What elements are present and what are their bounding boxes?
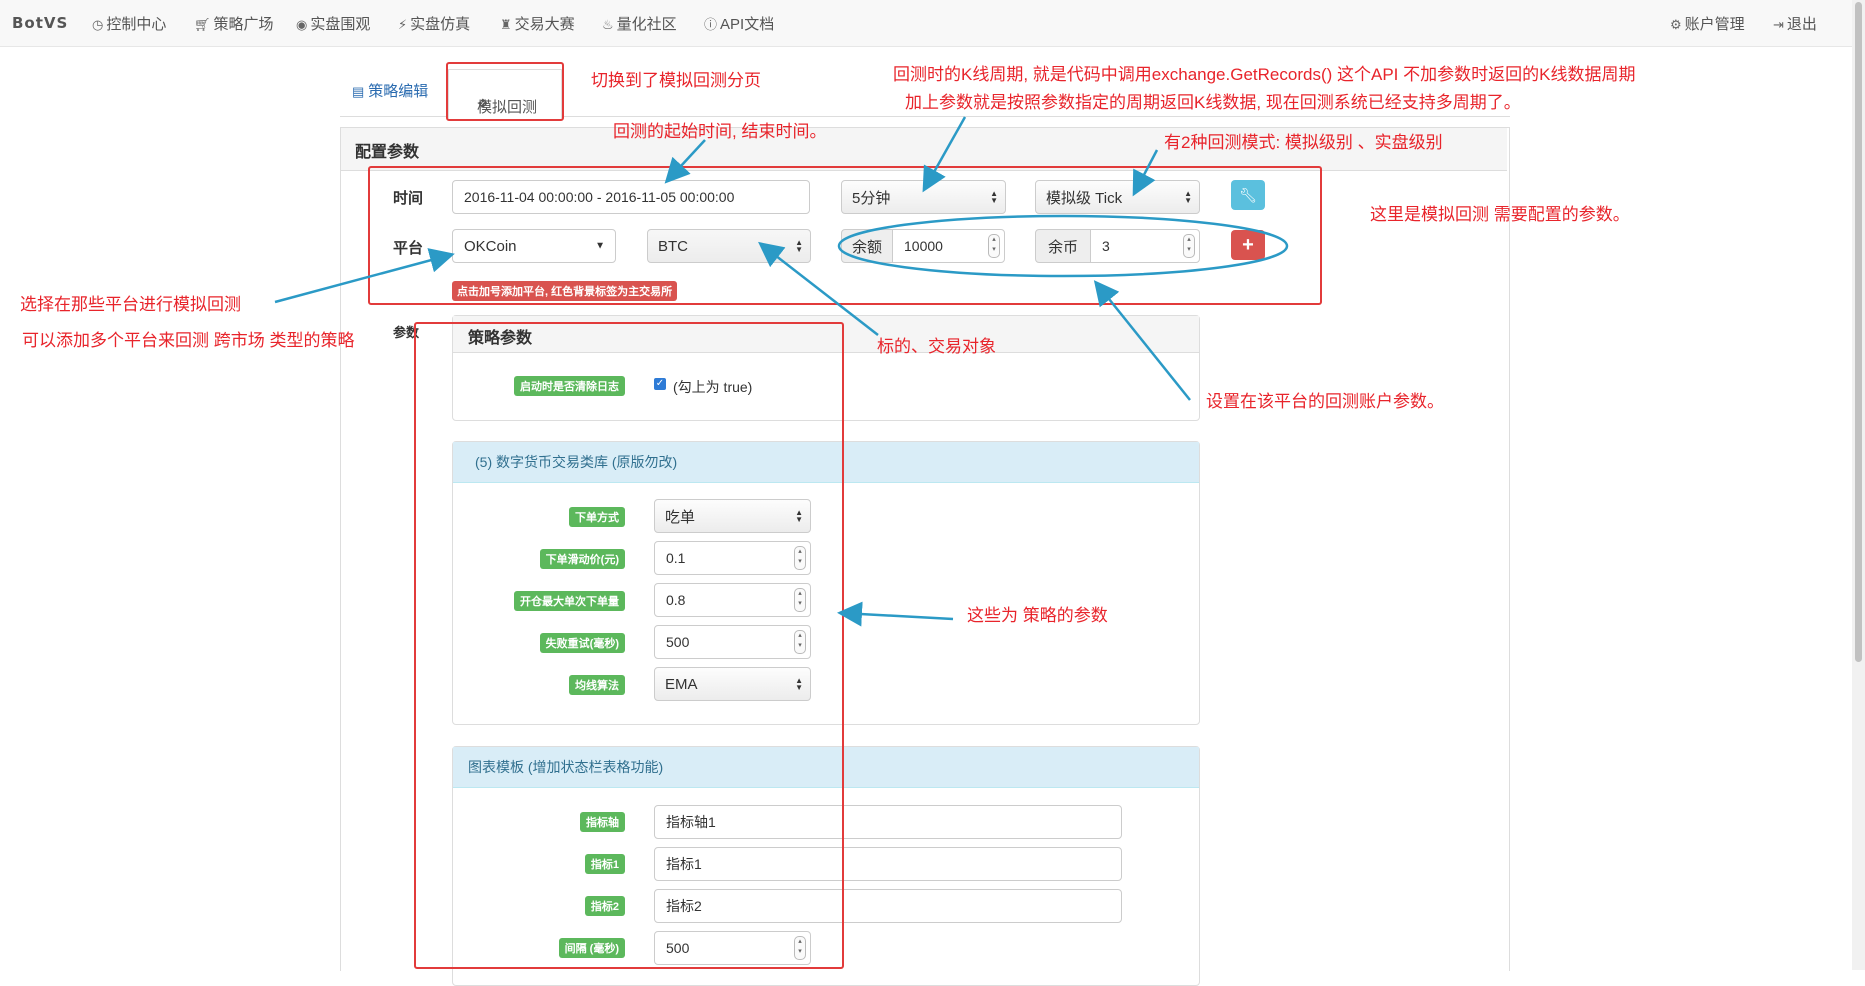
arrow-platform (274, 248, 455, 304)
annotation-modes: 有2种回测模式: 模拟级别 、实盘级别 (1164, 133, 1443, 152)
annotation-strategy-params: 这些为 策略的参数 (967, 606, 1108, 625)
annotation-time-range: 回测的起始时间, 结束时间。 (613, 122, 827, 141)
annotation-period-line2: 加上参数就是按照参数指定的周期返回K线数据, 现在回测系统已经支持多周期了。 (905, 93, 1521, 112)
arrow-period (922, 116, 967, 193)
scrollbar-thumb[interactable] (1855, 2, 1862, 662)
arrow-mode (1132, 149, 1159, 197)
arrow-params (837, 601, 954, 627)
annotation-symbol: 标的、交易对象 (877, 337, 996, 356)
arrow-time (664, 139, 706, 184)
annotation-platform-line2: 可以添加多个平台来回测 跨市场 类型的策略 (22, 331, 355, 350)
annotation-account-params: 设置在该平台的回测账户参数。 (1206, 392, 1444, 411)
annotation-period-line1: 回测时的K线周期, 就是代码中调用exchange.GetRecords() 这… (893, 65, 1636, 84)
annotation-platform-line1: 选择在那些平台进行模拟回测 (20, 295, 241, 314)
arrow-account (1093, 280, 1191, 401)
annotation-switch-tab: 切换到了模拟回测分页 (591, 71, 761, 90)
annotation-config-needed: 这里是模拟回测 需要配置的参数。 (1370, 205, 1630, 224)
annotation-ellipse-account (837, 214, 1289, 278)
annotation-arrows (274, 116, 1289, 627)
